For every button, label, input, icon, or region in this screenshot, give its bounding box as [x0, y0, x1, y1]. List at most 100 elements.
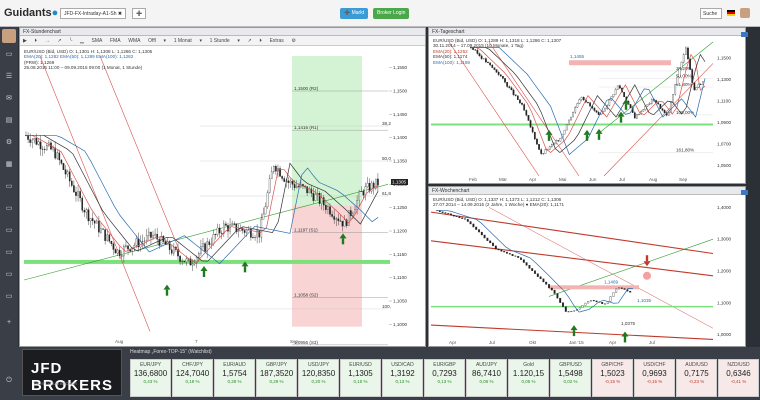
candle [110, 241, 113, 244]
y-tick-label: 1,1100 [393, 275, 407, 280]
candle [39, 141, 42, 150]
add-tab-button[interactable]: ➕ [132, 8, 147, 19]
watchlist-title: Heatmap „Forex-TOP-15“ (Watchlist) [130, 349, 212, 355]
tile-symbol: GBP/CHF [601, 362, 624, 368]
monitor-icon[interactable]: ▭ [4, 271, 14, 279]
monitor-icon[interactable]: ▭ [4, 183, 14, 191]
monitor-icon[interactable]: ▭ [4, 227, 14, 235]
chart-legend: EUR/USD (Bid, USD) O: 1,1301 H: 1,1308 L… [24, 49, 152, 71]
watchlist-tile[interactable]: NZD/USD 0,6346 -0,41 % [718, 359, 759, 397]
folder-icon[interactable]: ▤ [4, 117, 14, 125]
candle [210, 243, 213, 245]
broker-login-button[interactable]: Broker Login [373, 8, 410, 19]
watchlist-tile[interactable]: Gold 1.120,15 0,05 % [508, 359, 549, 397]
tool-bar[interactable]: ▁ [77, 36, 87, 46]
weekly-chart-canvas[interactable]: 1,1469 1,1035 1,0375 1,4000 1,3000 1,2000 1,10… [429, 195, 745, 346]
candle [492, 242, 494, 247]
watchlist-tile[interactable]: GBP/USD 1,5498 0,02 % [550, 359, 591, 397]
wma-button[interactable]: WMA [125, 36, 143, 46]
pivot-label: 1,1058 (S2) [294, 292, 318, 297]
candle [514, 94, 517, 96]
chart-icon[interactable]: ▭ [4, 293, 14, 301]
candle [135, 238, 138, 246]
candle [58, 152, 61, 161]
y-tick-label: 1,1200 [393, 229, 407, 234]
chat-icon[interactable]: ✉ [4, 95, 14, 103]
power-icon[interactable]: ⏻ [4, 377, 14, 385]
candle [528, 265, 531, 269]
period-select[interactable]: 1 Monat [171, 36, 195, 46]
candle [318, 193, 321, 204]
candle [118, 249, 121, 256]
market-button[interactable]: ➕ Markt [340, 8, 369, 19]
avatar[interactable] [740, 8, 750, 18]
watchlist-tile[interactable]: EUR/USD 1,1305 0,15 % [340, 359, 381, 397]
chevron-down-icon[interactable]: ▾ [161, 36, 170, 46]
user-avatar-icon[interactable] [2, 29, 16, 43]
candle [506, 251, 508, 254]
panel-title: FX-Tageschart [429, 28, 745, 36]
watchlist-tile[interactable]: EUR/AUD 1,5754 0,28 % [214, 359, 255, 397]
desktop-icon[interactable]: ▭ [4, 51, 14, 59]
candle [538, 144, 540, 150]
candle [506, 82, 509, 87]
play-icon[interactable]: ⏵ [256, 36, 265, 46]
grid-icon[interactable]: ▦ [4, 161, 14, 169]
offl-button[interactable]: Offl [145, 36, 159, 46]
tool-arrow[interactable]: → [42, 36, 53, 46]
watchlist-tile[interactable]: GBP/CHF 1,5023 -0,15 % [592, 359, 633, 397]
candle [75, 191, 77, 196]
extras-menu[interactable]: Extras [267, 36, 287, 46]
watchlist-tile[interactable]: GBP/JPY 187,3520 0,29 % [256, 359, 297, 397]
candle [81, 197, 84, 211]
draw-icon[interactable]: ↗ [245, 36, 255, 46]
tool-trendline[interactable]: ↗ [54, 36, 64, 46]
monitor-icon[interactable]: ▭ [4, 249, 14, 257]
guidants-logo[interactable]: Guidants● [4, 7, 58, 19]
tool-cursor[interactable]: ▶ [20, 36, 30, 46]
candle [73, 185, 75, 193]
jfd-brokers-banner[interactable]: JFD BROKERS TRUST YOUR BROKER [22, 349, 122, 396]
plus-icon[interactable]: + [4, 319, 14, 327]
chevron-down-icon[interactable]: ▾ [234, 36, 243, 46]
candle [491, 64, 494, 68]
candle [483, 234, 486, 239]
candle [150, 231, 152, 238]
interval-select[interactable]: 1 Stunde [207, 36, 233, 46]
workspace-tab[interactable]: JFD-FX-Intraday-A1-Sh ✖ [60, 8, 127, 19]
list-icon[interactable]: ☰ [4, 73, 14, 81]
flag-icon[interactable] [727, 10, 735, 16]
tool-play[interactable]: ⏵ [32, 36, 41, 46]
candle [43, 149, 46, 151]
candle [559, 297, 562, 303]
watchlist-tile[interactable]: EUR/GBP 0,7293 0,13 % [424, 359, 465, 397]
watchlist-tile[interactable]: USD/CAD 1,3192 0,13 % [382, 359, 423, 397]
watchlist-tile[interactable]: AUD/USD 0,7175 -0,23 % [676, 359, 717, 397]
gear-icon[interactable]: ⚙ [4, 139, 14, 147]
gear-icon[interactable]: ⚙ [288, 36, 298, 46]
watchlist-tile[interactable]: USD/JPY 120,8350 0,20 % [298, 359, 339, 397]
tile-change: 0,13 % [395, 379, 410, 384]
hourly-chart-canvas[interactable]: 1,1500 (R2)1,1416 (R1)1,1197 (S1)1,1058 … [20, 46, 425, 346]
panel-title: FX-Stundenchart [20, 28, 425, 36]
watchlist-tile[interactable]: CHF/JPY 124,7040 0,18 % [172, 359, 213, 397]
candle [542, 153, 545, 155]
candle [564, 306, 567, 312]
candle [576, 103, 579, 108]
level-label: 1,0375 [621, 321, 635, 326]
fma-button[interactable]: FMA [107, 36, 124, 46]
target-marker [643, 271, 651, 280]
candle [444, 212, 447, 214]
level-label: 1,1455 [570, 54, 584, 59]
chevron-down-icon[interactable]: ▾ [196, 36, 205, 46]
monitor-icon[interactable]: ▭ [4, 205, 14, 213]
watchlist-tile[interactable]: USD/CHF 0,9693 -0,15 % [634, 359, 675, 397]
watchlist-tile[interactable]: EUR/JPY 136,6800 0,43 % [130, 359, 171, 397]
sma-button[interactable]: SMA [88, 36, 105, 46]
candle [504, 78, 506, 83]
watchlist-tile[interactable]: AUD/JPY 86,7410 0,06 % [466, 359, 507, 397]
candle [565, 124, 568, 131]
candle [475, 226, 478, 230]
search-field[interactable]: Suche [700, 8, 722, 19]
tool-curve[interactable]: ╰ [66, 36, 75, 46]
